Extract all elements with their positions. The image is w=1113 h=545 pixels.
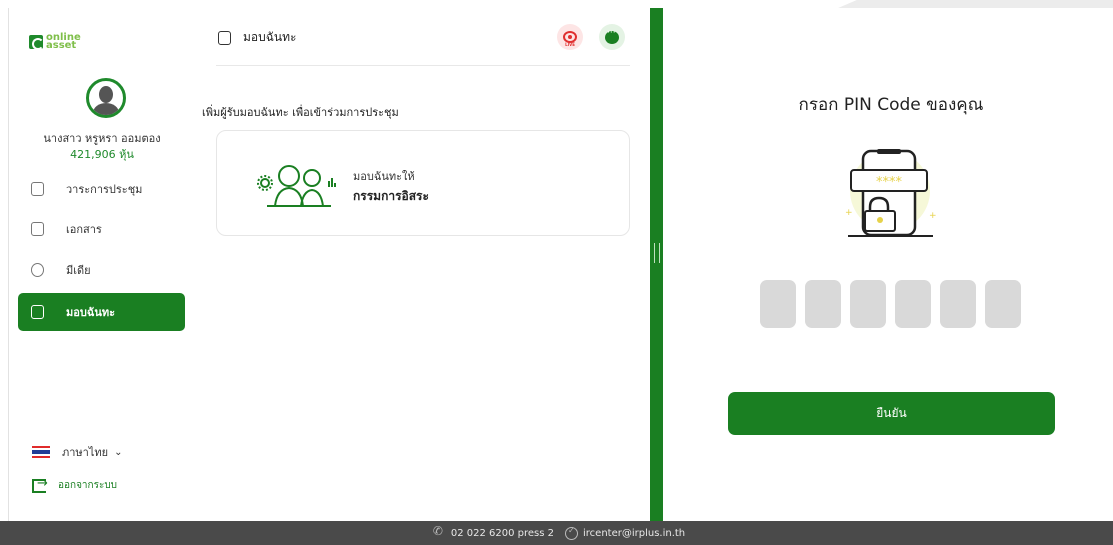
avatar-body [93, 103, 119, 115]
chat-icon [605, 28, 619, 44]
logout-label: ออกจากระบบ [58, 480, 118, 491]
footer-email[interactable]: ircenter@irplus.in.th [583, 528, 685, 539]
proxy-option-card[interactable]: มอบฉันทะให้ กรรมการอิสระ [216, 130, 630, 236]
card-title: กรรมการอิสระ [353, 189, 429, 203]
pin-digit-box[interactable] [940, 280, 976, 328]
sidebar-item-label: เอกสาร [66, 223, 102, 236]
pin-input[interactable] [760, 280, 1021, 328]
pin-mask: **** [876, 175, 903, 190]
pin-digit-box[interactable] [850, 280, 886, 328]
logout-button[interactable]: ออกจากระบบ [32, 476, 118, 493]
pin-panel: กรอก PIN Code ของคุณ **** + + ยืนยัน [663, 8, 1113, 521]
proxy-panel: มอบฉันทะ LIVE เพิ่มผู้รับมอบฉันทะ เพื่อเ… [194, 8, 650, 521]
logout-icon [32, 476, 48, 493]
logo-mark-icon [29, 35, 44, 50]
user-shares: 421,906 หุ้น [70, 148, 134, 161]
divider [216, 65, 630, 66]
pin-digit-box[interactable] [760, 280, 796, 328]
section-heading: เพิ่มผู้รับมอบฉันทะ เพื่อเข้าร่วมการประช… [202, 106, 399, 119]
logo: online asset [29, 33, 81, 51]
svg-text:+: + [929, 211, 937, 221]
committee-people-icon [257, 161, 339, 207]
pin-digit-box[interactable] [895, 280, 931, 328]
sidebar-item-documents[interactable]: เอกสาร [18, 210, 185, 248]
top-band [0, 0, 1113, 18]
sidebar-item-label: วาระการประชุม [66, 183, 143, 196]
play-icon [31, 263, 44, 277]
pin-illustration: **** + + [845, 149, 937, 237]
sidebar: online asset นางสาว หรูหรา ออมตอง 421,906… [8, 8, 194, 521]
language-label: ภาษาไทย [62, 446, 109, 459]
sidebar-item-proxy[interactable]: มอบฉันทะ [18, 293, 185, 331]
language-selector[interactable]: ภาษาไทย ⌄ [32, 443, 122, 461]
card-subtitle: มอบฉันทะให้ [353, 170, 415, 183]
folder-icon [31, 222, 44, 236]
footer: 02 022 6200 press 2 ircenter@irplus.in.t… [0, 521, 1113, 545]
mail-icon [565, 526, 578, 540]
confirm-button[interactable]: ยืนยัน [728, 392, 1055, 435]
phone-icon [433, 524, 446, 540]
proxy-icon [31, 305, 44, 319]
logo-text: online asset [46, 33, 81, 51]
proxy-icon [218, 30, 231, 45]
avatar-head [99, 86, 113, 103]
page-title: มอบฉันทะ [218, 28, 296, 47]
sidebar-item-agenda[interactable]: วาระการประชุม [18, 170, 185, 208]
agenda-icon [31, 182, 44, 196]
app-frame: online asset นางสาว หรูหรา ออมตอง 421,906… [0, 0, 1113, 545]
logo-line2: asset [46, 40, 77, 51]
avatar[interactable] [86, 78, 126, 118]
phone-lock-icon: **** + + [833, 143, 948, 243]
people-illustration [257, 165, 336, 207]
live-button[interactable]: LIVE [557, 24, 583, 50]
sidebar-item-label: มอบฉันทะ [66, 306, 116, 319]
chevron-down-icon: ⌄ [114, 446, 123, 458]
pin-title: กรอก PIN Code ของคุณ [798, 95, 984, 115]
svg-text:+: + [845, 208, 853, 218]
pin-digit-box[interactable] [805, 280, 841, 328]
thai-flag-icon [32, 446, 50, 458]
pin-digit-box[interactable] [985, 280, 1021, 328]
sidebar-item-label: มีเดีย [66, 264, 91, 277]
footer-phone: 02 022 6200 press 2 [450, 527, 554, 539]
chat-button[interactable] [599, 24, 625, 50]
live-tag: LIVE [565, 42, 575, 47]
sidebar-item-media[interactable]: มีเดีย [18, 251, 185, 289]
panel-splitter[interactable] [650, 8, 663, 521]
splitter-handle[interactable] [654, 243, 660, 263]
page-title-text: มอบฉันทะ [243, 30, 297, 44]
